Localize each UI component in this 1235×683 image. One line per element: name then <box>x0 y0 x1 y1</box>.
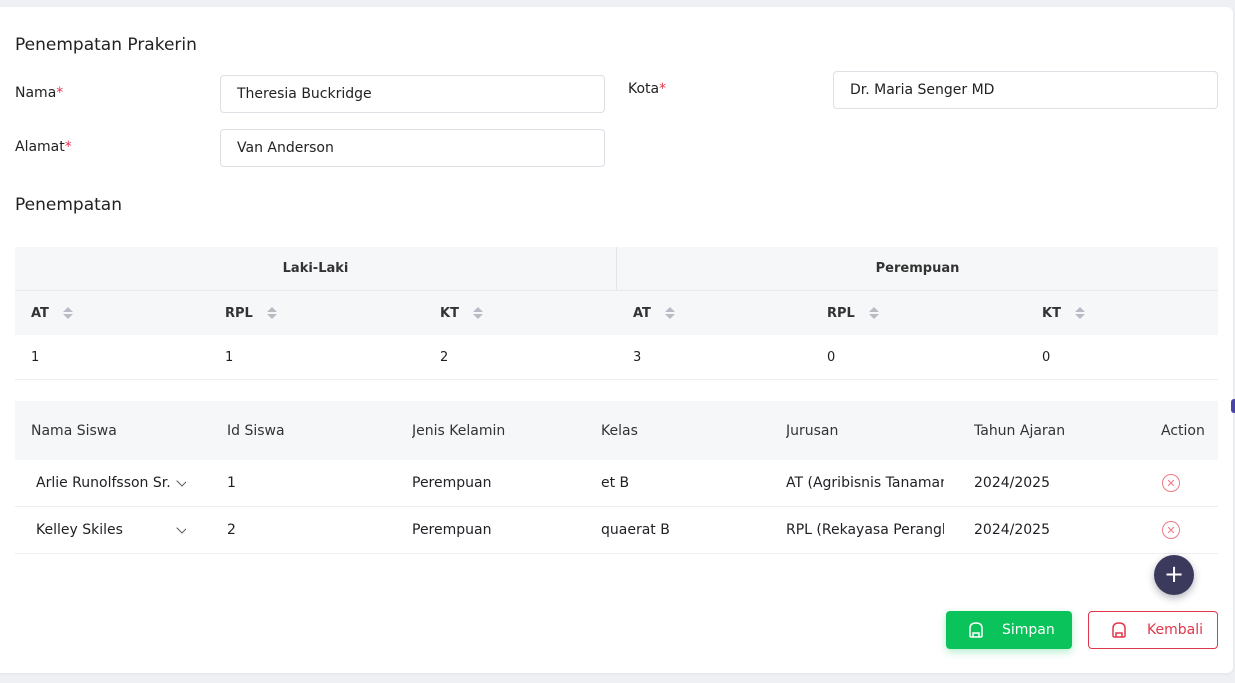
kota-input[interactable]: Dr. Maria Senger MD <box>833 71 1218 109</box>
student-name: Arlie Runolfsson Sr. <box>36 475 171 491</box>
sort-icon[interactable] <box>62 306 73 320</box>
student-select[interactable]: Kelley Skiles <box>36 507 186 553</box>
student-year: 2024/2025 <box>974 475 1050 491</box>
student-major: AT (Agribisnis Tanaman) <box>786 475 944 491</box>
required-mark: * <box>64 139 72 155</box>
placement-summary-table: Laki-Laki Perempuan AT RPL KT AT RPL KT … <box>15 247 1218 380</box>
back-icon <box>1109 620 1129 640</box>
summary-value-at-male: 1 <box>31 349 40 365</box>
back-label: Kembali <box>1147 622 1203 638</box>
kota-label: Kota* <box>628 81 666 97</box>
page-title: Penempatan Prakerin <box>15 35 197 55</box>
students-table: Nama Siswa Id Siswa Jenis Kelamin Kelas … <box>15 401 1218 554</box>
sort-icon[interactable] <box>1074 306 1085 320</box>
student-name: Kelley Skiles <box>36 522 123 538</box>
alamat-label-text: Alamat <box>15 139 65 155</box>
student-select[interactable]: Arlie Runolfsson Sr. <box>36 460 186 506</box>
remove-row-button[interactable]: ✕ <box>1162 507 1180 553</box>
nama-input[interactable]: Theresia Buckridge <box>220 75 605 113</box>
back-button[interactable]: Kembali <box>1088 611 1218 649</box>
save-button[interactable]: Simpan <box>946 611 1072 649</box>
student-gender: Perempuan <box>412 475 492 491</box>
nama-label-text: Nama <box>15 85 57 101</box>
alamat-input[interactable]: Van Anderson <box>220 129 605 167</box>
summary-row: 1 1 2 3 0 0 <box>15 335 1218 380</box>
header-tahun-ajaran: Tahun Ajaran <box>974 422 1066 439</box>
header-jurusan: Jurusan <box>786 422 839 439</box>
col-header-kt-male[interactable]: KT <box>440 291 483 335</box>
summary-value-rpl-female: 0 <box>827 349 836 365</box>
header-jenis-kelamin: Jenis Kelamin <box>412 422 506 439</box>
table-row: Kelley Skiles 2 Perempuan quaerat B RPL … <box>15 507 1218 554</box>
header-id-siswa: Id Siswa <box>227 422 285 439</box>
add-row-button[interactable]: + <box>1154 555 1194 595</box>
students-table-header: Nama Siswa Id Siswa Jenis Kelamin Kelas … <box>15 401 1218 460</box>
col-header-at-female[interactable]: AT <box>633 291 675 335</box>
header-nama-siswa: Nama Siswa <box>31 422 117 439</box>
kota-label-text: Kota <box>628 81 660 97</box>
student-major: RPL (Rekayasa Perangkat Lunak) <box>786 522 944 538</box>
required-mark: * <box>659 81 667 97</box>
group-perempuan: Perempuan <box>875 261 960 276</box>
col-header-at-male[interactable]: AT <box>31 291 73 335</box>
plus-icon: + <box>1163 560 1185 588</box>
summary-group-header: Laki-Laki Perempuan <box>15 247 1218 291</box>
remove-row-button[interactable]: ✕ <box>1162 460 1180 506</box>
col-label: RPL <box>225 305 253 321</box>
alamat-label: Alamat* <box>15 139 72 155</box>
sort-icon[interactable] <box>472 306 483 320</box>
save-icon <box>966 620 986 640</box>
table-row: Arlie Runolfsson Sr. 1 Perempuan et B AT… <box>15 460 1218 507</box>
col-label: KT <box>440 305 459 321</box>
nama-label: Nama* <box>15 85 63 101</box>
student-class: quaerat B <box>601 522 670 538</box>
save-label: Simpan <box>1002 622 1055 638</box>
summary-value-kt-male: 2 <box>440 349 449 365</box>
required-mark: * <box>56 85 64 101</box>
col-header-kt-female[interactable]: KT <box>1042 291 1085 335</box>
student-year: 2024/2025 <box>974 522 1050 538</box>
col-label: KT <box>1042 305 1061 321</box>
col-header-rpl-male[interactable]: RPL <box>225 291 277 335</box>
header-kelas: Kelas <box>601 422 638 439</box>
sort-icon[interactable] <box>868 306 879 320</box>
sort-icon[interactable] <box>266 306 277 320</box>
col-label: AT <box>633 305 651 321</box>
student-id: 2 <box>227 522 236 538</box>
summary-value-at-female: 3 <box>633 349 642 365</box>
summary-value-kt-female: 0 <box>1042 349 1051 365</box>
scroll-indicator <box>1231 399 1235 413</box>
col-label: AT <box>31 305 49 321</box>
close-circle-icon[interactable]: ✕ <box>1162 474 1180 492</box>
summary-column-header: AT RPL KT AT RPL KT <box>15 291 1218 335</box>
col-header-rpl-female[interactable]: RPL <box>827 291 879 335</box>
header-action: Action <box>1161 422 1205 439</box>
student-class: et B <box>601 475 630 491</box>
sort-icon[interactable] <box>664 306 675 320</box>
close-circle-icon[interactable]: ✕ <box>1162 521 1180 539</box>
summary-value-rpl-male: 1 <box>225 349 234 365</box>
student-gender: Perempuan <box>412 522 492 538</box>
col-label: RPL <box>827 305 855 321</box>
student-id: 1 <box>227 475 236 491</box>
section-title-penempatan: Penempatan <box>15 195 122 215</box>
group-laki-laki: Laki-Laki <box>15 247 617 290</box>
